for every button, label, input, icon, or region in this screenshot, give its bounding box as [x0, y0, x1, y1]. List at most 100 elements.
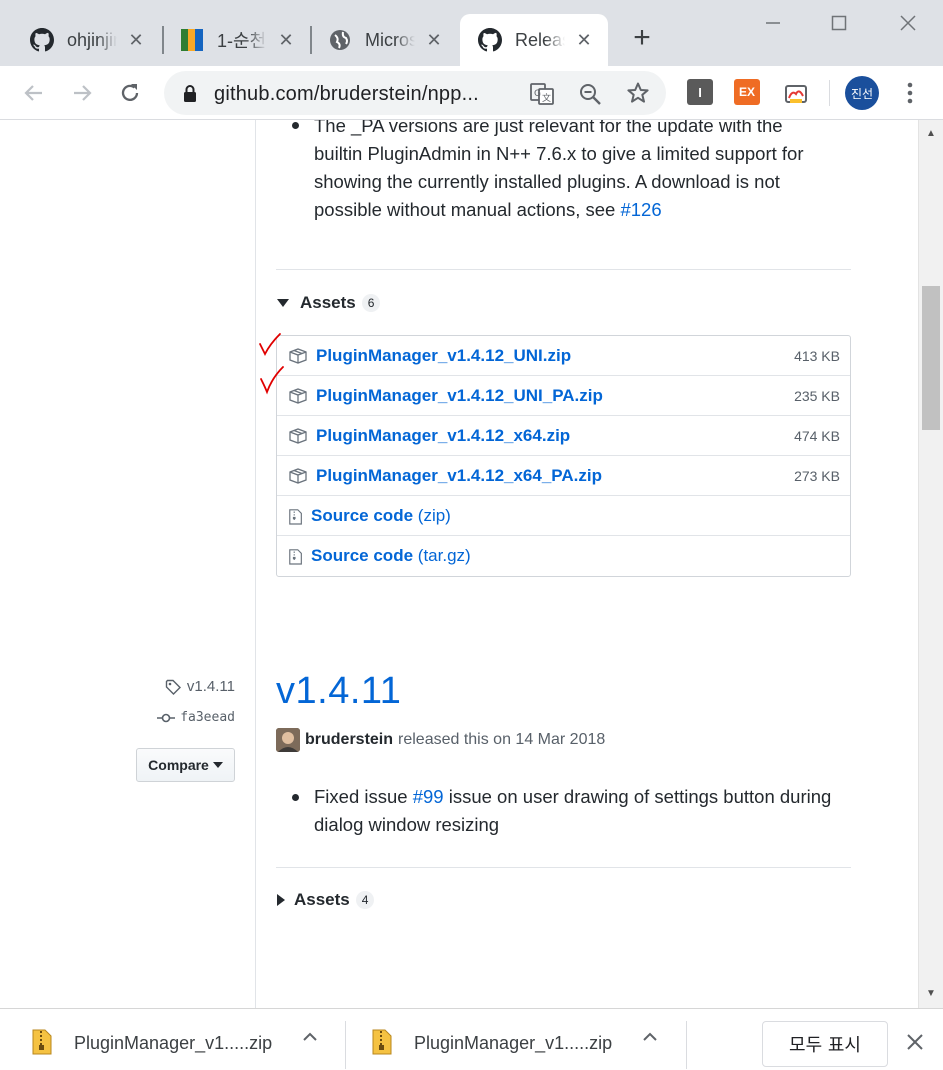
green-book-icon	[180, 28, 204, 52]
page-content: The _PA versions are just relevant for t…	[0, 120, 920, 1008]
avatar[interactable]	[276, 728, 300, 752]
asset-name-link[interactable]: PluginManager_v1.4.12_UNI_PA.zip	[316, 386, 603, 406]
assets-label: Assets	[294, 890, 350, 909]
asset-name-link[interactable]: PluginManager_v1.4.12_UNI.zip	[316, 346, 571, 366]
asset-row[interactable]: PluginManager_v1.4.12_UNI_PA.zip 235 KB	[277, 376, 850, 416]
globe-icon	[328, 28, 352, 52]
close-tab-icon[interactable]: ✕	[424, 30, 444, 50]
tab-title: Microsoft	[365, 29, 415, 50]
menu-kebab-icon[interactable]	[894, 77, 926, 109]
author-name-link[interactable]: bruderstein	[305, 731, 393, 749]
download-shelf: PluginManager_v1.....zip PluginManager_v…	[0, 1008, 943, 1070]
toolbar-divider	[829, 80, 830, 106]
lock-icon[interactable]	[182, 84, 198, 109]
download-filename: PluginManager_v1.....zip	[74, 1033, 273, 1053]
tab-1[interactable]: ohjinjin ✕	[12, 14, 160, 66]
chevron-up-icon[interactable]	[642, 1029, 658, 1050]
zip-file-icon	[32, 1029, 52, 1055]
page-scrollbar[interactable]: ▲ ▼	[918, 120, 943, 1008]
package-icon	[289, 388, 307, 404]
issue-99-link[interactable]: #99	[413, 786, 444, 807]
close-shelf-icon[interactable]	[904, 1033, 926, 1055]
show-all-downloads-button[interactable]: 모두 표시	[762, 1021, 888, 1067]
scroll-down-arrow-icon[interactable]: ▼	[925, 988, 937, 1000]
svg-text:文: 文	[542, 92, 551, 104]
source-format: (zip)	[417, 506, 451, 525]
assets-list: PluginManager_v1.4.12_UNI.zip 413 KB Plu…	[276, 335, 851, 577]
zoom-out-icon[interactable]	[578, 82, 602, 111]
asset-name-link[interactable]: PluginManager_v1.4.12_x64.zip	[316, 426, 570, 446]
assets-toggle[interactable]: Assets 6	[276, 293, 381, 313]
asset-size: 413 KB	[794, 348, 840, 364]
close-window-icon[interactable]	[893, 8, 923, 38]
browser-toolbar: github.com/bruderstein/npp... G文 I EX 진선	[0, 66, 943, 120]
extension-ex-label: EX	[738, 85, 755, 99]
release-note-text: Fixed issue	[314, 786, 413, 807]
extension-ex-icon[interactable]: EX	[734, 79, 760, 105]
assets-count-badge: 6	[361, 294, 381, 312]
source-format: (tar.gz)	[417, 546, 471, 565]
translate-icon[interactable]: G文	[530, 82, 554, 111]
download-filename: PluginManager_v1.....zip	[414, 1033, 613, 1053]
asset-name-link[interactable]: PluginManager_v1.4.12_x64_PA.zip	[316, 466, 602, 486]
address-bar[interactable]: github.com/bruderstein/npp... G文	[164, 71, 666, 115]
red-checkmark-annotation	[259, 333, 281, 357]
asset-size: 474 KB	[794, 428, 840, 444]
svg-text:G: G	[534, 89, 541, 99]
tab-2[interactable]: 1-순천 ✕	[162, 14, 310, 66]
show-all-label: 모두 표시	[789, 1035, 861, 1056]
compare-button[interactable]: Compare	[136, 748, 235, 782]
asset-row[interactable]: PluginManager_v1.4.12_UNI.zip 413 KB	[277, 336, 850, 376]
tab-releases-active[interactable]: Releases ✕	[460, 14, 608, 66]
package-icon	[289, 428, 307, 444]
asset-row[interactable]: PluginManager_v1.4.12_x64_PA.zip 273 KB	[277, 456, 850, 496]
divider	[276, 867, 851, 868]
caret-right-icon	[277, 894, 285, 906]
url-text: github.com/bruderstein/npp...	[214, 83, 479, 105]
download-item[interactable]: PluginManager_v1.....zip	[372, 1019, 672, 1065]
minimize-icon[interactable]	[758, 8, 788, 38]
source-zip-link[interactable]: Source code (zip)	[311, 506, 451, 526]
chevron-up-icon[interactable]	[302, 1029, 318, 1050]
timeline-divider	[255, 120, 256, 1008]
maximize-icon[interactable]	[824, 8, 854, 38]
release-note-line: builtin PluginAdmin in N++ 7.6.x to give…	[314, 143, 804, 164]
download-item[interactable]: PluginManager_v1.....zip	[32, 1019, 332, 1065]
forward-icon[interactable]	[66, 77, 98, 109]
source-label: Source code	[311, 506, 414, 525]
file-zip-icon	[289, 549, 302, 565]
bookmark-star-icon[interactable]	[626, 81, 650, 110]
profile-label: 진선	[850, 86, 874, 101]
tab-3[interactable]: Microsoft ✕	[310, 14, 458, 66]
release-note-text: possible without manual actions, see	[314, 199, 621, 220]
close-tab-icon[interactable]: ✕	[126, 30, 146, 50]
tag-label[interactable]: v1.4.11	[165, 678, 235, 695]
cast-extension-icon[interactable]	[780, 79, 812, 111]
source-targz-row[interactable]: Source code (tar.gz)	[277, 536, 850, 576]
issue-126-link[interactable]: #126	[620, 199, 661, 220]
scroll-up-arrow-icon[interactable]: ▲	[925, 128, 937, 140]
assets-toggle[interactable]: Assets 4	[276, 890, 375, 910]
release-note: The _PA versions are just relevant for t…	[314, 120, 854, 224]
close-tab-icon[interactable]: ✕	[574, 30, 594, 50]
new-tab-plus-icon[interactable]: +	[627, 23, 657, 54]
release-author-line: bruderstein released this on 14 Mar 2018	[276, 728, 605, 752]
release-note-line: showing the currently installed plugins.…	[314, 171, 780, 192]
source-zip-row[interactable]: Source code (zip)	[277, 496, 850, 536]
tag-name: v1.4.11	[186, 678, 235, 695]
scrollbar-thumb[interactable]	[922, 286, 940, 430]
release-note: Fixed issue #99 issue on user drawing of…	[314, 783, 874, 839]
extension-i-icon[interactable]: I	[687, 79, 713, 105]
reload-icon[interactable]	[114, 77, 146, 109]
profile-avatar[interactable]: 진선	[845, 76, 879, 110]
back-icon[interactable]	[18, 77, 50, 109]
release-note-text: issue on user drawing of settings button…	[443, 786, 832, 807]
shelf-separator	[686, 1021, 687, 1069]
close-tab-icon[interactable]: ✕	[276, 30, 296, 50]
asset-row[interactable]: PluginManager_v1.4.12_x64.zip 474 KB	[277, 416, 850, 456]
package-icon	[289, 348, 307, 364]
source-targz-link[interactable]: Source code (tar.gz)	[311, 546, 471, 566]
commit-link[interactable]: fa3eead	[157, 710, 235, 725]
release-title-link[interactable]: v1.4.11	[276, 670, 401, 713]
list-bullet	[292, 122, 299, 129]
